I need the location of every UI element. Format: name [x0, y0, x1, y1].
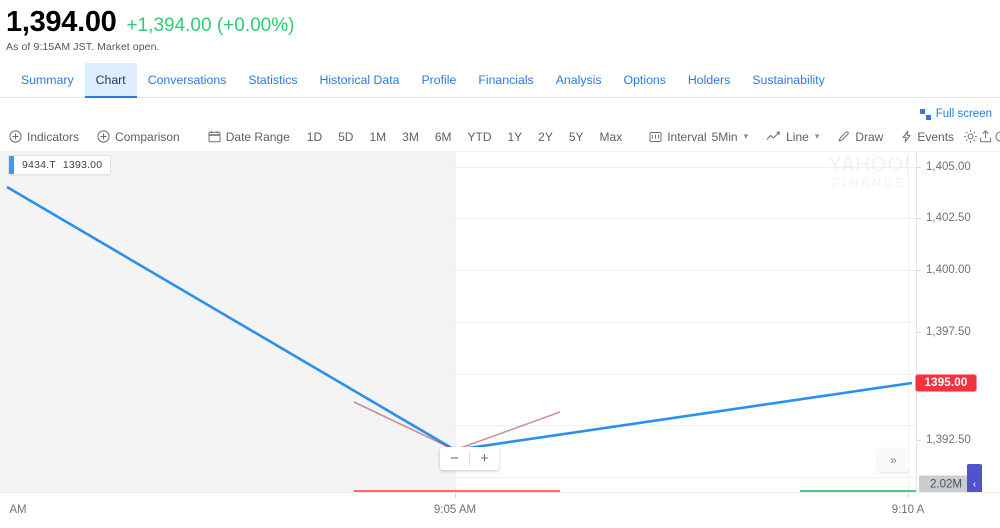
chart-type-selector[interactable]: Line ▾	[757, 122, 828, 152]
pencil-icon	[837, 130, 850, 143]
time-axis[interactable]: AM 9:05 AM 9:10 A	[0, 492, 1000, 528]
draw-label: Draw	[855, 129, 884, 144]
events-button[interactable]: Events	[892, 122, 963, 152]
x-tick-mark	[455, 493, 456, 498]
tab-conversations[interactable]: Conversations	[137, 63, 238, 97]
tab-statistics[interactable]: Statistics	[237, 63, 308, 97]
tab-holders[interactable]: Holders	[677, 63, 741, 97]
date-range-button[interactable]: Date Range	[199, 122, 299, 152]
range-5d[interactable]: 5D	[330, 122, 361, 152]
comparison-label: Comparison	[115, 129, 180, 144]
tab-profile[interactable]: Profile	[410, 63, 467, 97]
share-icon[interactable]	[978, 122, 993, 152]
scroll-forward-button[interactable]: »	[878, 448, 909, 472]
interval-value: 5Min	[711, 129, 738, 144]
expand-icon	[919, 108, 931, 120]
quote-market-status: As of 9:15AM JST. Market open.	[6, 41, 160, 53]
lightning-icon	[901, 130, 912, 143]
interval-selector[interactable]: Interval 5Min ▾	[640, 122, 757, 152]
quote-header: 1,394.00 +1,394.00 (+0.00%) As of 9:15AM…	[6, 6, 294, 53]
series-legend-tag[interactable]: 9434.T 1393.00	[8, 155, 112, 175]
y-tick-label: 1,397.50	[917, 326, 971, 338]
y-tick-label: 1,392.50	[917, 434, 971, 446]
tab-analysis[interactable]: Analysis	[545, 63, 613, 97]
range-1y[interactable]: 1Y	[499, 122, 530, 152]
zoom-in-button[interactable]: +	[470, 447, 499, 470]
plus-circle-icon	[9, 130, 22, 143]
date-range-label: Date Range	[225, 129, 290, 144]
selection-guide-line	[353, 401, 561, 451]
full-screen-label: Full screen	[935, 108, 992, 120]
range-5y[interactable]: 5Y	[561, 122, 592, 152]
y-tick-label: 1,405.00	[917, 161, 971, 173]
tab-historical-data[interactable]: Historical Data	[309, 63, 411, 97]
chart-type-label: Line	[786, 129, 809, 144]
range-2y[interactable]: 2Y	[530, 122, 561, 152]
nav-tabs: Summary Chart Conversations Statistics H…	[0, 63, 1000, 98]
tab-financials[interactable]: Financials	[467, 63, 544, 97]
tab-options[interactable]: Options	[613, 63, 677, 97]
range-6m[interactable]: 6M	[427, 122, 460, 152]
calendar-icon	[208, 130, 221, 143]
indicators-button[interactable]: Indicators	[0, 122, 88, 152]
chart-plot-area[interactable]: YAHOO! FINANCE	[0, 152, 1000, 492]
events-label: Events	[917, 129, 955, 144]
legend-symbol: 9434.T	[22, 159, 56, 171]
quote-row: 1,394.00 +1,394.00 (+0.00%)	[6, 6, 294, 38]
plus-circle-icon	[97, 130, 110, 143]
tab-sustainability[interactable]: Sustainability	[741, 63, 835, 97]
indicators-label: Indicators	[27, 129, 80, 144]
tab-summary[interactable]: Summary	[10, 63, 85, 97]
price-axis[interactable]: 1,405.00 1,402.50 1,400.00 1,397.50 1,39…	[915, 152, 1000, 505]
x-tick-label: AM	[9, 504, 27, 516]
yahoo-finance-chart-page: 1,394.00 +1,394.00 (+0.00%) As of 9:15AM…	[0, 0, 1000, 528]
settings-gear-icon[interactable]	[963, 122, 978, 152]
zoom-controls: − +	[440, 447, 499, 470]
quote-price: 1,394.00	[6, 6, 117, 38]
y-tick-label: 1,402.50	[917, 212, 971, 224]
reset-icon[interactable]	[993, 122, 1000, 152]
draw-button[interactable]: Draw	[828, 122, 892, 152]
interval-icon	[649, 130, 662, 143]
series-color-swatch	[9, 156, 14, 174]
comparison-button[interactable]: Comparison	[88, 122, 189, 152]
zoom-out-button[interactable]: −	[440, 447, 469, 470]
x-tick-mark	[908, 493, 909, 498]
x-tick-label: 9:05 AM	[433, 504, 477, 516]
chart-toolbar: Indicators Comparison Date Range 1D 5D 1…	[0, 122, 1000, 152]
chevron-down-icon: ▾	[743, 131, 749, 141]
line-chart-icon	[766, 130, 781, 143]
range-3m[interactable]: 3M	[394, 122, 427, 152]
range-max[interactable]: Max	[592, 122, 631, 152]
legend-value: 1393.00	[62, 159, 103, 171]
volume-badge: 2.02M	[919, 475, 973, 493]
x-tick-label: 9:10 A	[891, 504, 925, 516]
tab-chart[interactable]: Chart	[84, 63, 137, 98]
range-1m[interactable]: 1M	[361, 122, 394, 152]
full-screen-button[interactable]: Full screen	[919, 108, 992, 120]
y-tick-label: 1,400.00	[917, 264, 971, 276]
range-ytd[interactable]: YTD	[459, 122, 499, 152]
chevron-down-icon: ▾	[814, 131, 820, 141]
current-price-badge: 1395.00	[915, 374, 977, 392]
interval-label: Interval	[667, 129, 707, 144]
quote-change: +1,394.00 (+0.00%)	[126, 15, 295, 36]
range-1d[interactable]: 1D	[299, 122, 330, 152]
